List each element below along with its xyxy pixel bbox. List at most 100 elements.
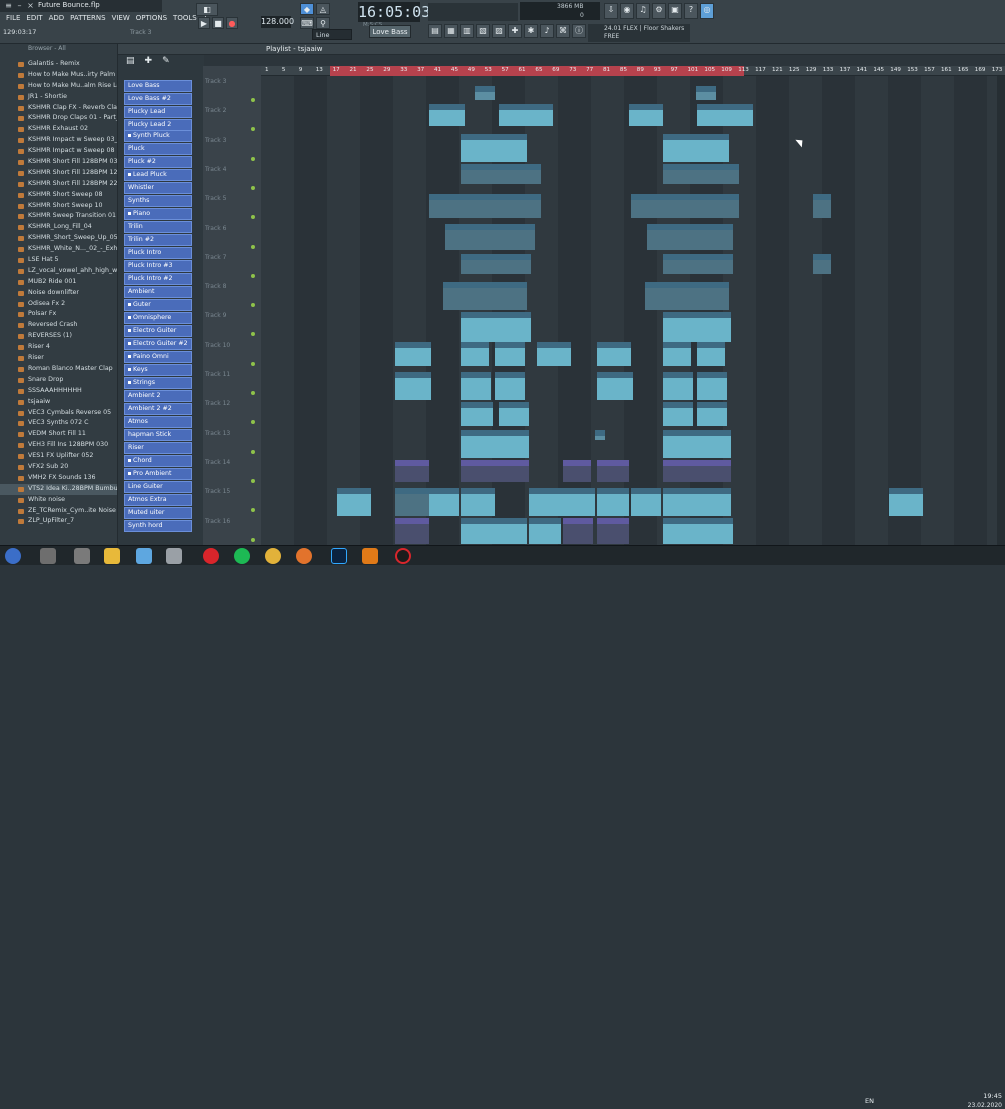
channel-button[interactable]: Chord [124, 455, 192, 467]
wrench-icon[interactable]: ⚙ [652, 3, 666, 19]
browser-item[interactable]: ZLP_UpFilter_7 [0, 516, 117, 527]
track-mute-led[interactable] [251, 391, 255, 395]
playlist-clip[interactable] [495, 372, 525, 400]
start-icon[interactable] [5, 548, 21, 564]
track-mute-led[interactable] [251, 449, 255, 454]
playlist-clip[interactable]: Huge_1_2 [461, 488, 495, 516]
playlist-clip[interactable] [597, 488, 629, 516]
piano-roll-icon[interactable]: ▦ [444, 24, 458, 38]
playlist-clip[interactable]: Dow..X 04 [597, 372, 633, 400]
playlist-clip[interactable] [337, 488, 371, 516]
playlist-clip[interactable] [461, 164, 541, 184]
track-label[interactable]: Track 8 [205, 283, 226, 290]
playlist-clip[interactable]: Deli..Mer 3 [597, 342, 631, 366]
window-menu-icon[interactable]: ≡ [3, 1, 14, 10]
channel-button[interactable]: Pluck Intro [124, 247, 192, 259]
playlist-clip[interactable] [461, 254, 531, 274]
opera-icon[interactable] [203, 548, 219, 564]
photoshop-icon[interactable] [331, 548, 347, 564]
channel-button[interactable]: Line Guiter [124, 481, 192, 493]
channel-button[interactable]: Synths [124, 195, 192, 207]
browser-item[interactable]: How to Make Mu..alm Rise Lead [0, 81, 117, 92]
channel-button[interactable]: Pro Ambient [124, 468, 192, 480]
playlist-clip[interactable] [663, 402, 693, 426]
browser-item[interactable]: ZE_TCRemix_Cym..ite Noise Ride [0, 506, 117, 517]
browser-item[interactable]: Polsar Fx [0, 309, 117, 320]
channel-button[interactable]: Ambient [124, 286, 192, 298]
track-mute-led[interactable] [251, 478, 255, 483]
playlist-clip[interactable] [461, 312, 531, 342]
playlist-clip[interactable] [395, 488, 429, 516]
channel-button[interactable]: Atmos Extra [124, 494, 192, 506]
channel-button[interactable]: Electro Guiter [124, 325, 192, 337]
browser-item[interactable]: REVERSES (1) [0, 331, 117, 342]
browser-item[interactable]: VEC3 Cymbals Reverse 05 [0, 408, 117, 419]
channel-button[interactable]: Keys [124, 364, 192, 376]
browser-item[interactable]: KSHMR_Long_Fill_04 [0, 222, 117, 233]
channel-button[interactable]: Paino Omni [124, 351, 192, 363]
playlist-clip[interactable] [597, 518, 629, 544]
menu-options[interactable]: OPTIONS [136, 12, 167, 25]
playlist-clip[interactable] [461, 460, 529, 482]
playlist-clip[interactable] [645, 282, 729, 310]
browser-item[interactable]: VEDM Short Fill 11 [0, 429, 117, 440]
download-icon[interactable]: ⇩ [604, 3, 618, 19]
track-mute-led[interactable] [251, 244, 255, 249]
tempo-tapper-icon[interactable]: ♪ [540, 24, 554, 38]
playlist-clip[interactable] [461, 430, 529, 458]
playlist-clip[interactable] [563, 518, 593, 544]
browser-item[interactable]: White noise [0, 495, 117, 506]
snap-icon[interactable]: ◆ [300, 3, 314, 15]
browser-item[interactable]: KSHMR Exhaust 02 [0, 124, 117, 135]
browser-item[interactable]: Riser 4 [0, 342, 117, 353]
playlist-clip[interactable]: Manse Riser [629, 104, 663, 126]
browser-item[interactable]: LSE Hat 5 [0, 255, 117, 266]
track-label[interactable]: Track 15 [205, 488, 230, 495]
pattern-mode-icon[interactable]: ▤ [126, 55, 135, 67]
menu-tools[interactable]: TOOLS [173, 12, 197, 25]
playlist-clip[interactable] [475, 86, 495, 100]
browser-item[interactable]: Snare Drop [0, 375, 117, 386]
plugin-picker-icon[interactable]: ✚ [508, 24, 522, 38]
add-channel-icon[interactable]: ✚ [145, 55, 153, 67]
app-media-icon[interactable] [74, 548, 90, 564]
playlist-clip[interactable]: Upli..2 [429, 488, 459, 516]
playlist-clip[interactable] [663, 460, 731, 482]
playlist-clip[interactable] [647, 224, 733, 250]
vertical-scrollbar[interactable] [997, 76, 1005, 545]
browser-item[interactable]: VTS2 Idea Ki..28BPM Bumbum [0, 483, 117, 495]
channel-button[interactable]: Synth Pluck [124, 130, 192, 142]
playlist-grid[interactable]: Manse Riser Manse Riser #2 Manse Riser er #… [261, 76, 997, 545]
browser-item[interactable]: KSHMR Sweep Transition 01 [0, 211, 117, 222]
channel-button[interactable]: Synth hord [124, 520, 192, 532]
channel-rack-icon[interactable]: ▥ [460, 24, 474, 38]
playlist-clip[interactable] [663, 372, 693, 400]
playlist-clip[interactable] [395, 518, 429, 544]
track-label[interactable]: Track 3 [205, 137, 226, 144]
playlist-clip[interactable] [597, 460, 629, 482]
playlist-clip[interactable] [813, 194, 831, 218]
browser-item[interactable]: KSHMR Drop Claps 01 - Part_1 [0, 113, 117, 124]
channel-button[interactable]: Pluck [124, 143, 192, 155]
track-label[interactable]: Track 14 [205, 459, 230, 466]
track-label[interactable]: Track 9 [205, 312, 226, 319]
app-clapper-icon[interactable] [40, 548, 56, 564]
spotify-icon[interactable] [234, 548, 250, 564]
browser-item[interactable]: KSHMR Short Fill 128BPM 22 [0, 179, 117, 190]
track-mute-led[interactable] [251, 185, 255, 190]
playlist-clip[interactable]: FX_01 [461, 342, 489, 366]
menu-file[interactable]: FILE [6, 12, 20, 25]
browser-item[interactable]: KSHMR_White_N..._02_-_Exhaust [0, 244, 117, 255]
playlist-clip[interactable] [461, 372, 491, 400]
channel-button[interactable]: Omnisphere [124, 312, 192, 324]
track-label[interactable]: Track 3 [205, 78, 226, 85]
channel-button[interactable]: Love Bass [124, 80, 192, 92]
timeline-ruler[interactable]: 1 5 9 13 17 21 25 29 33 37 41 45 49 53 57 61 65 69 73 77 81 8… [261, 66, 1005, 76]
playlist-clip[interactable]: Manse Riser #2 [499, 104, 553, 126]
track-mute-led[interactable] [251, 98, 255, 102]
track-mute-led[interactable] [251, 420, 255, 425]
browser-item[interactable]: Roman Blanco Master Clap [0, 364, 117, 375]
browser-item[interactable]: KSHMR_Short_Sweep_Up_05 [0, 233, 117, 244]
menu-view[interactable]: VIEW [112, 12, 130, 25]
playlist-clip[interactable] [663, 312, 731, 342]
